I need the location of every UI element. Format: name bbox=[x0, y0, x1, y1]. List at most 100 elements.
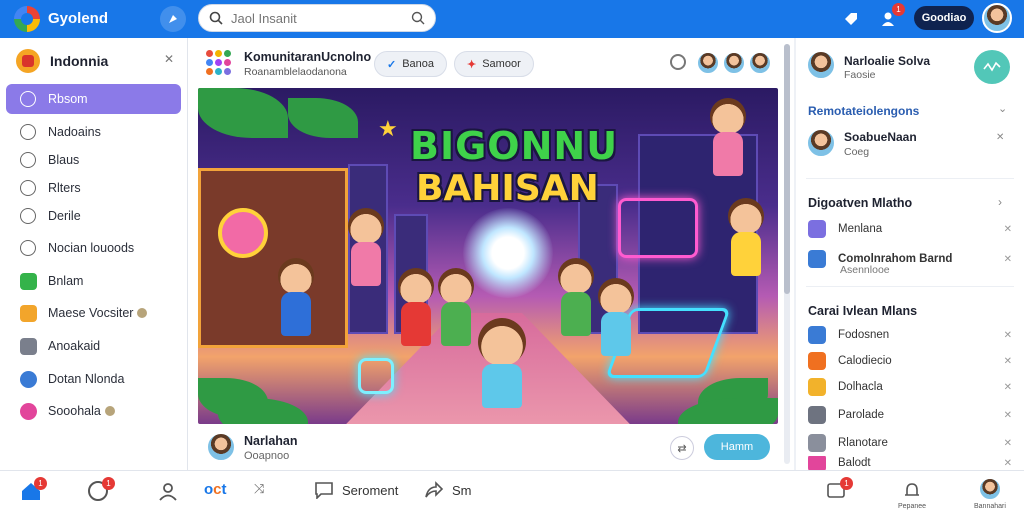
pill-button-1[interactable]: ✓ Banoa bbox=[374, 51, 448, 77]
post-community-subtitle: Roanamblelaodanona bbox=[244, 66, 347, 78]
close-icon[interactable]: ✕ bbox=[1004, 356, 1012, 367]
sidebar-item-9[interactable]: Dotan Nlonda bbox=[0, 362, 187, 396]
search-input[interactable] bbox=[231, 10, 411, 26]
play-icon bbox=[808, 220, 826, 238]
left-sidebar: Indonnia ✕ Rbsom Nadoains Blaus Rlters D… bbox=[0, 38, 188, 470]
nav-caption: Pepanee bbox=[898, 503, 927, 510]
tag-icon[interactable] bbox=[838, 6, 864, 32]
search-submit-icon[interactable] bbox=[411, 11, 425, 25]
sidebar-item-2[interactable]: Blaus bbox=[0, 146, 187, 174]
section3-item[interactable]: Balodt ✕ bbox=[808, 456, 1012, 470]
me-avatar[interactable] bbox=[978, 477, 1002, 501]
profile-name[interactable]: Narloalie Solva bbox=[844, 54, 930, 68]
pill-label: Banoa bbox=[402, 58, 435, 70]
share-label: Sm bbox=[452, 482, 472, 498]
sidebar-item-7[interactable]: Maese Vocsiter bbox=[0, 296, 187, 330]
sidebar-item-3[interactable]: Rlters bbox=[0, 174, 187, 202]
alerts-button[interactable] bbox=[902, 481, 922, 501]
heart-icon: ✦ bbox=[467, 58, 477, 71]
shuffle-icon[interactable]: ⤨ bbox=[254, 481, 264, 497]
person-icon bbox=[159, 483, 177, 501]
item-subtitle: Asennlooe bbox=[840, 264, 890, 276]
verified-badge-icon bbox=[137, 308, 148, 318]
section3-item[interactable]: Parolade ✕ bbox=[808, 404, 1012, 426]
character-kid bbox=[728, 198, 764, 276]
sidebar-header: Indonnia ✕ bbox=[0, 38, 187, 84]
section3-item[interactable]: Dolhacla ✕ bbox=[808, 376, 1012, 398]
section1-title[interactable]: Remotateiolengons bbox=[808, 104, 919, 118]
settings-icon[interactable] bbox=[670, 54, 686, 70]
sidebar-item-10[interactable]: Sooohala bbox=[0, 396, 187, 426]
badge: 1 bbox=[840, 477, 853, 490]
post-footer: Narlahan Ooapnoo ⇄ Hamm bbox=[188, 428, 794, 470]
round-sign bbox=[218, 208, 268, 258]
sidebar-item-6[interactable]: Bnlam bbox=[0, 266, 187, 296]
close-icon[interactable]: ✕ bbox=[1004, 254, 1012, 265]
sidebar-item-8[interactable]: Anoakaid bbox=[0, 330, 187, 362]
app-icon bbox=[808, 378, 826, 396]
sidebar-item-4[interactable]: Derile bbox=[0, 202, 187, 230]
member-avatar[interactable] bbox=[748, 51, 772, 75]
rocket-icon[interactable] bbox=[160, 6, 186, 32]
join-button[interactable]: Hamm bbox=[704, 434, 770, 460]
item-label: Balodt bbox=[838, 457, 871, 469]
activity-button[interactable] bbox=[974, 50, 1010, 84]
member-avatar[interactable] bbox=[696, 51, 720, 75]
search-bar[interactable] bbox=[198, 4, 436, 32]
section2-item[interactable]: Comolnrahom Barnd ✕ bbox=[808, 248, 1012, 270]
section2-item[interactable]: Menlana ✕ bbox=[808, 218, 1012, 240]
user-avatar[interactable] bbox=[982, 3, 1012, 33]
sidebar-item-1[interactable]: Nadoains bbox=[0, 118, 187, 146]
check-icon: ✓ bbox=[387, 58, 397, 71]
sidebar-item-label: Derile bbox=[48, 209, 81, 223]
profile-avatar[interactable] bbox=[806, 50, 836, 80]
art-title-line1: BIGONNU bbox=[410, 124, 619, 168]
author-avatar[interactable] bbox=[206, 432, 236, 462]
post-illustration[interactable]: ★ BIGONNU BAHISAN bbox=[198, 88, 778, 424]
suggested-avatar[interactable] bbox=[806, 128, 836, 158]
section3-item[interactable]: Rlanotare ✕ bbox=[808, 432, 1012, 454]
sidebar-item-5[interactable]: Nocian louoods bbox=[0, 230, 187, 266]
section3-title[interactable]: Carai Ivlean Mlans bbox=[808, 304, 917, 318]
post-header: KomunitaranUcnolno Roanamblelaodanona ✓ B… bbox=[188, 38, 794, 86]
sidebar-item-0[interactable]: Rbsom bbox=[6, 84, 181, 114]
item-label: Dolhacla bbox=[838, 381, 883, 393]
profile-button[interactable]: Goodiao bbox=[914, 6, 974, 30]
share-icon[interactable]: ⇄ bbox=[670, 436, 694, 460]
profile-nav-button[interactable] bbox=[158, 481, 178, 501]
suggested-name[interactable]: SoabueNaan bbox=[844, 130, 917, 144]
badge: 1 bbox=[102, 477, 115, 490]
close-icon[interactable]: ✕ bbox=[1004, 458, 1012, 469]
close-icon[interactable]: ✕ bbox=[1004, 330, 1012, 341]
member-avatar[interactable] bbox=[722, 51, 746, 75]
main-scrollbar[interactable] bbox=[784, 44, 790, 464]
close-icon[interactable]: ✕ bbox=[1004, 438, 1012, 449]
chevron-right-icon[interactable]: › bbox=[998, 195, 1002, 209]
apps-icon[interactable]: oct bbox=[204, 481, 227, 498]
close-icon[interactable]: ✕ bbox=[164, 52, 174, 66]
close-icon[interactable]: ✕ bbox=[1004, 382, 1012, 393]
sidebar-item-label: Rbsom bbox=[48, 92, 88, 106]
brand-logo-icon[interactable] bbox=[14, 6, 40, 32]
right-panel: Narloalie Solva Faosie Remotateiolengons… bbox=[796, 38, 1024, 470]
pill-button-2[interactable]: ✦ Samoor bbox=[454, 51, 534, 77]
chevron-down-icon[interactable]: ⌄ bbox=[998, 102, 1007, 115]
close-icon[interactable]: ✕ bbox=[1004, 410, 1012, 421]
post-community-title[interactable]: KomunitaranUcnolno bbox=[244, 50, 371, 64]
app-icon bbox=[808, 434, 826, 452]
comment-button[interactable]: Seroment bbox=[314, 481, 398, 499]
scrollbar-thumb[interactable] bbox=[784, 44, 790, 294]
notification-badge: 1 bbox=[892, 3, 905, 16]
section2-title[interactable]: Digoatven Mlatho bbox=[808, 196, 912, 210]
circle-icon bbox=[20, 180, 36, 196]
share-button[interactable]: Sm bbox=[424, 481, 472, 499]
brand-name[interactable]: Gyolend bbox=[48, 10, 108, 27]
item-label: Rlanotare bbox=[838, 437, 888, 449]
section3-item[interactable]: Calodiecio ✕ bbox=[808, 350, 1012, 372]
circle-pink-icon bbox=[20, 402, 37, 420]
author-name[interactable]: Narlahan bbox=[244, 434, 298, 448]
leaf bbox=[288, 98, 358, 138]
close-icon[interactable]: ✕ bbox=[996, 132, 1004, 143]
section3-item[interactable]: Fodosnen ✕ bbox=[808, 324, 1012, 346]
close-icon[interactable]: ✕ bbox=[1004, 224, 1012, 235]
